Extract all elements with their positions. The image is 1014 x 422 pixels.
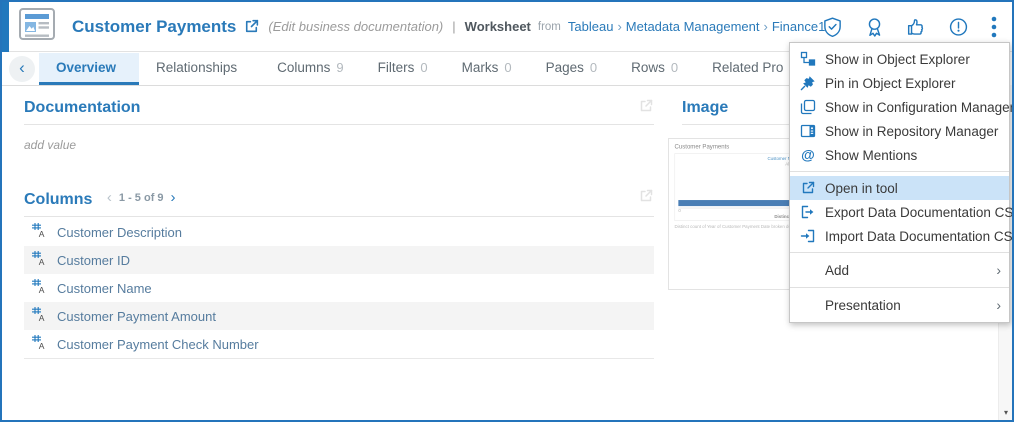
breadcrumb-tableau[interactable]: Tableau bbox=[568, 19, 614, 34]
context-menu: Show in Object Explorer Pin in Object Ex… bbox=[789, 42, 1010, 323]
divider bbox=[24, 358, 654, 359]
field-icon: A bbox=[31, 222, 46, 243]
alert-circle-icon[interactable] bbox=[948, 16, 969, 38]
menu-item-import-data-documentation-csv[interactable]: Import Data Documentation CSV bbox=[790, 224, 1009, 248]
award-ribbon-icon[interactable] bbox=[864, 16, 885, 38]
tab-filters[interactable]: Filters0 bbox=[361, 53, 445, 85]
open-in-new-icon[interactable] bbox=[243, 18, 260, 35]
edit-documentation-icon[interactable] bbox=[638, 98, 654, 119]
app-window: Customer Payments (Edit business documen… bbox=[0, 0, 1014, 422]
columns-pagination: ‹ 1 - 5 of 9 › bbox=[107, 189, 176, 206]
svg-text:A: A bbox=[39, 257, 45, 266]
export-icon bbox=[800, 204, 817, 220]
tab-overview[interactable]: Overview bbox=[39, 53, 139, 85]
repository-icon bbox=[800, 123, 817, 139]
back-chevron-button[interactable]: ‹ bbox=[9, 56, 35, 82]
field-icon: A bbox=[31, 306, 46, 327]
column-link[interactable]: Customer Name bbox=[57, 281, 152, 296]
kebab-menu-icon[interactable] bbox=[990, 15, 998, 39]
svg-text:A: A bbox=[39, 313, 45, 322]
field-icon: A bbox=[31, 278, 46, 299]
menu-item-open-in-tool[interactable]: Open in tool bbox=[790, 176, 1009, 200]
object-type-label: Worksheet bbox=[465, 19, 531, 34]
breadcrumb-separator: › bbox=[763, 19, 767, 34]
menu-item-show-mentions[interactable]: @ Show Mentions bbox=[790, 143, 1009, 167]
edit-columns-icon[interactable] bbox=[638, 188, 654, 209]
documentation-placeholder[interactable]: add value bbox=[24, 138, 654, 152]
breadcrumb-metadata-management[interactable]: Metadata Management bbox=[626, 19, 760, 34]
menu-item-show-in-object-explorer[interactable]: Show in Object Explorer bbox=[790, 47, 1009, 71]
image-heading: Image bbox=[682, 99, 728, 117]
column-link[interactable]: Customer Payment Check Number bbox=[57, 337, 259, 352]
left-column: Documentation add value Columns ‹ 1 - 5 … bbox=[24, 86, 654, 359]
breadcrumb-finance1[interactable]: Finance1 bbox=[772, 19, 825, 34]
menu-separator bbox=[790, 287, 1009, 288]
menu-separator bbox=[790, 171, 1009, 172]
at-mention-icon: @ bbox=[800, 147, 817, 163]
column-row[interactable]: A Customer Description bbox=[24, 218, 654, 246]
column-row[interactable]: A Customer Payment Amount bbox=[24, 302, 654, 330]
thumbs-up-icon[interactable] bbox=[906, 16, 927, 38]
column-row[interactable]: A Customer Name bbox=[24, 274, 654, 302]
breadcrumb: Tableau›Metadata Management›Finance1 bbox=[568, 19, 825, 34]
edit-documentation-link[interactable]: (Edit business documentation) bbox=[268, 19, 443, 34]
divider bbox=[24, 124, 654, 125]
field-icon: A bbox=[31, 250, 46, 271]
scroll-down-arrow-icon[interactable]: ▾ bbox=[999, 408, 1013, 417]
pagination-prev-icon[interactable]: ‹ bbox=[107, 189, 112, 206]
svg-text:@: @ bbox=[801, 147, 815, 163]
documentation-heading: Documentation bbox=[24, 99, 140, 117]
documentation-section-header: Documentation bbox=[24, 86, 654, 125]
svg-text:A: A bbox=[39, 285, 45, 294]
menu-item-show-in-configuration-manager[interactable]: Show in Configuration Manager bbox=[790, 95, 1009, 119]
columns-section-header: Columns ‹ 1 - 5 of 9 › bbox=[24, 176, 654, 217]
breadcrumb-separator: › bbox=[617, 19, 621, 34]
hierarchy-icon bbox=[800, 51, 817, 67]
layers-copy-icon bbox=[800, 99, 817, 115]
columns-list: A Customer Description A Customer ID A C… bbox=[24, 218, 654, 359]
header-divider: | bbox=[452, 19, 455, 34]
import-icon bbox=[800, 228, 817, 244]
svg-text:A: A bbox=[39, 341, 45, 350]
open-in-tool-icon bbox=[800, 180, 817, 196]
from-label: from bbox=[538, 21, 561, 33]
tab-relationships[interactable]: Relationships bbox=[139, 53, 260, 85]
shield-check-icon[interactable] bbox=[822, 16, 843, 38]
divider bbox=[24, 216, 654, 217]
column-row[interactable]: A Customer ID bbox=[24, 246, 654, 274]
submenu-chevron-icon: › bbox=[996, 297, 1001, 313]
page-title: Customer Payments bbox=[72, 17, 236, 37]
menu-item-presentation[interactable]: Presentation › bbox=[790, 292, 1009, 318]
svg-text:A: A bbox=[39, 229, 45, 238]
worksheet-icon bbox=[18, 5, 56, 48]
column-row[interactable]: A Customer Payment Check Number bbox=[24, 330, 654, 358]
menu-item-pin-in-object-explorer[interactable]: Pin in Object Explorer bbox=[790, 71, 1009, 95]
column-link[interactable]: Customer ID bbox=[57, 253, 130, 268]
menu-item-export-data-documentation-csv[interactable]: Export Data Documentation CSV bbox=[790, 200, 1009, 224]
column-link[interactable]: Customer Payment Amount bbox=[57, 309, 216, 324]
column-link[interactable]: Customer Description bbox=[57, 225, 182, 240]
menu-separator bbox=[790, 252, 1009, 253]
tab-rows[interactable]: Rows0 bbox=[614, 53, 695, 85]
tab-pages[interactable]: Pages0 bbox=[529, 53, 615, 85]
menu-item-add[interactable]: Add › bbox=[790, 257, 1009, 283]
menu-item-show-in-repository-manager[interactable]: Show in Repository Manager bbox=[790, 119, 1009, 143]
field-icon: A bbox=[31, 334, 46, 355]
pin-icon bbox=[800, 75, 817, 91]
pagination-next-icon[interactable]: › bbox=[171, 189, 176, 206]
submenu-chevron-icon: › bbox=[996, 262, 1001, 278]
pagination-range: 1 - 5 of 9 bbox=[119, 192, 164, 204]
columns-heading: Columns bbox=[24, 191, 92, 209]
tab-columns[interactable]: Columns9 bbox=[260, 53, 361, 85]
header-accent-strip bbox=[2, 2, 9, 52]
tab-marks[interactable]: Marks0 bbox=[445, 53, 529, 85]
